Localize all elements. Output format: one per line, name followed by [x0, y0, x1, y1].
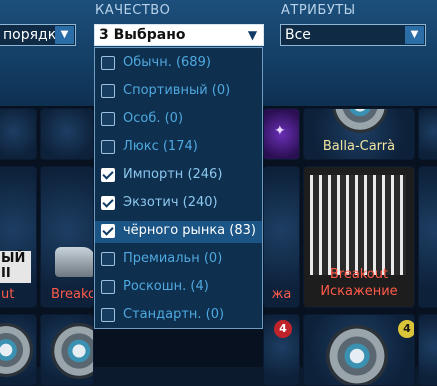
wheel-image [51, 323, 93, 379]
checkbox[interactable] [101, 56, 115, 70]
attributes-label: АТРИБУТЫ [281, 3, 356, 18]
quality-option[interactable]: Импортн (246) [95, 165, 262, 187]
item-tile[interactable] [0, 108, 37, 160]
checkbox[interactable] [101, 280, 115, 294]
quality-label: КАЧЕСТВО [95, 3, 171, 18]
quality-option[interactable]: Спортивный (0) [95, 81, 262, 103]
count-badge: 4 [398, 320, 414, 338]
item-tile[interactable]: ЫЙ II ut [0, 166, 37, 308]
option-label: Премиальн (0) [123, 251, 223, 266]
option-label: Экзотич (240) [123, 195, 218, 210]
sparkle-icon: ✦ [274, 123, 286, 139]
quality-dropdown: Обычн. (689) Спортивный (0) Особ. (0) Лю… [94, 47, 263, 329]
wheel-image [326, 325, 388, 385]
item-tile[interactable]: Breako [40, 166, 94, 308]
option-label: Роскошн. (4) [123, 279, 209, 294]
checkbox[interactable] [101, 308, 115, 322]
wheel-image [332, 109, 388, 133]
chevron-down-icon: ▼ [55, 26, 74, 44]
item-name: ut [1, 287, 15, 302]
chevron-down-icon: ▼ [243, 26, 262, 44]
item-name: Breako [51, 287, 94, 302]
wheel-image [0, 323, 33, 377]
checkbox-checked[interactable] [101, 224, 115, 238]
attributes-select-value: Все [285, 27, 311, 43]
item-tag: ЫЙ II [0, 251, 31, 283]
quality-select[interactable]: 3 Выбрано ▼ [94, 24, 264, 46]
option-label: Импортн (246) [123, 167, 223, 182]
option-label: Люкс (174) [123, 139, 198, 154]
item-tile[interactable] [40, 108, 94, 160]
chevron-down-icon: ▼ [405, 26, 424, 44]
quality-option[interactable]: Экзотич (240) [95, 193, 262, 215]
quality-option[interactable]: Люкс (174) [95, 137, 262, 159]
quality-option[interactable]: Роскошн. (4) [95, 277, 262, 299]
decal-image [310, 175, 406, 275]
item-tile[interactable]: Balla-Carrà [303, 108, 415, 160]
quality-option[interactable]: Стандартн. (0) [95, 305, 262, 327]
checkbox[interactable] [101, 140, 115, 154]
checkbox[interactable] [101, 112, 115, 126]
quality-option[interactable]: Премиальн (0) [95, 249, 262, 271]
item-tile[interactable]: 4 [263, 314, 300, 386]
item-tile[interactable]: жа [263, 166, 300, 308]
item-tile[interactable] [418, 108, 437, 160]
item-tile[interactable] [418, 314, 437, 386]
item-tile[interactable]: Breakout Искажение [303, 166, 415, 308]
option-label: чёрного рынка (83) [123, 223, 256, 238]
item-tile[interactable]: 4 [303, 314, 415, 386]
checkbox-checked[interactable] [101, 196, 115, 210]
quality-select-value: 3 Выбрано [99, 27, 186, 43]
item-tag-line: II [1, 266, 11, 281]
option-label: Особ. (0) [123, 111, 184, 126]
item-name: Искажение [320, 284, 398, 299]
option-label: Стандартн. (0) [123, 307, 225, 322]
item-tag-line: ЫЙ [1, 251, 26, 266]
count-badge: 4 [274, 320, 292, 338]
item-name: Breakout [329, 267, 389, 282]
attributes-select[interactable]: Все ▼ [280, 24, 426, 46]
item-tile[interactable] [0, 314, 37, 386]
sort-select[interactable]: порядке ▼ [0, 24, 76, 46]
car-image [55, 247, 93, 277]
item-name: жа [271, 287, 292, 302]
item-tile[interactable]: ✦ [263, 108, 300, 160]
item-tile[interactable] [418, 166, 437, 308]
item-tile[interactable] [40, 314, 94, 386]
option-label: Спортивный (0) [123, 83, 231, 98]
checkbox[interactable] [101, 84, 115, 98]
quality-option[interactable]: Особ. (0) [95, 109, 262, 131]
checkbox-checked[interactable] [101, 168, 115, 182]
item-name: Balla-Carrà [322, 139, 396, 154]
quality-option-highlighted[interactable]: чёрного рынка (83) [95, 221, 262, 243]
quality-option[interactable]: Обычн. (689) [95, 53, 262, 75]
option-label: Обычн. (689) [123, 55, 211, 70]
checkbox[interactable] [101, 252, 115, 266]
